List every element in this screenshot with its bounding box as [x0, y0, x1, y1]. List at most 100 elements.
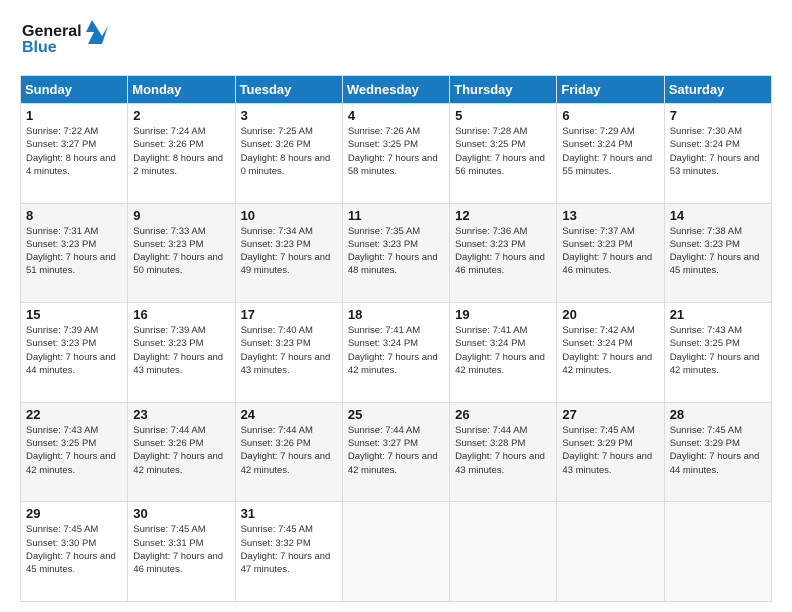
day-cell: 17 Sunrise: 7:40 AM Sunset: 3:23 PM Dayl… — [235, 303, 342, 403]
day-number: 5 — [455, 108, 551, 123]
header: General Blue — [20, 16, 772, 65]
day-number: 16 — [133, 307, 229, 322]
day-info: Sunrise: 7:41 AM Sunset: 3:24 PM Dayligh… — [348, 324, 444, 377]
day-cell: 9 Sunrise: 7:33 AM Sunset: 3:23 PM Dayli… — [128, 203, 235, 303]
day-cell: 10 Sunrise: 7:34 AM Sunset: 3:23 PM Dayl… — [235, 203, 342, 303]
day-cell: 5 Sunrise: 7:28 AM Sunset: 3:25 PM Dayli… — [450, 104, 557, 204]
day-info: Sunrise: 7:44 AM Sunset: 3:28 PM Dayligh… — [455, 424, 551, 477]
weekday-header-sunday: Sunday — [21, 76, 128, 104]
day-number: 4 — [348, 108, 444, 123]
day-info: Sunrise: 7:33 AM Sunset: 3:23 PM Dayligh… — [133, 225, 229, 278]
day-cell: 15 Sunrise: 7:39 AM Sunset: 3:23 PM Dayl… — [21, 303, 128, 403]
day-cell: 3 Sunrise: 7:25 AM Sunset: 3:26 PM Dayli… — [235, 104, 342, 204]
day-number: 1 — [26, 108, 122, 123]
day-number: 30 — [133, 506, 229, 521]
day-info: Sunrise: 7:39 AM Sunset: 3:23 PM Dayligh… — [133, 324, 229, 377]
svg-text:General: General — [22, 23, 82, 40]
day-number: 6 — [562, 108, 658, 123]
weekday-header-wednesday: Wednesday — [342, 76, 449, 104]
day-info: Sunrise: 7:42 AM Sunset: 3:24 PM Dayligh… — [562, 324, 658, 377]
day-cell: 21 Sunrise: 7:43 AM Sunset: 3:25 PM Dayl… — [664, 303, 771, 403]
day-info: Sunrise: 7:45 AM Sunset: 3:31 PM Dayligh… — [133, 523, 229, 576]
day-number: 21 — [670, 307, 766, 322]
day-number: 22 — [26, 407, 122, 422]
day-cell: 22 Sunrise: 7:43 AM Sunset: 3:25 PM Dayl… — [21, 402, 128, 502]
day-number: 19 — [455, 307, 551, 322]
weekday-header-tuesday: Tuesday — [235, 76, 342, 104]
day-info: Sunrise: 7:43 AM Sunset: 3:25 PM Dayligh… — [26, 424, 122, 477]
day-number: 10 — [241, 208, 337, 223]
day-info: Sunrise: 7:24 AM Sunset: 3:26 PM Dayligh… — [133, 125, 229, 178]
day-info: Sunrise: 7:31 AM Sunset: 3:23 PM Dayligh… — [26, 225, 122, 278]
day-number: 8 — [26, 208, 122, 223]
day-cell: 30 Sunrise: 7:45 AM Sunset: 3:31 PM Dayl… — [128, 502, 235, 602]
day-info: Sunrise: 7:45 AM Sunset: 3:29 PM Dayligh… — [670, 424, 766, 477]
day-number: 7 — [670, 108, 766, 123]
day-cell: 13 Sunrise: 7:37 AM Sunset: 3:23 PM Dayl… — [557, 203, 664, 303]
week-row-5: 29 Sunrise: 7:45 AM Sunset: 3:30 PM Dayl… — [21, 502, 772, 602]
weekday-header-row: SundayMondayTuesdayWednesdayThursdayFrid… — [21, 76, 772, 104]
day-number: 11 — [348, 208, 444, 223]
day-info: Sunrise: 7:45 AM Sunset: 3:30 PM Dayligh… — [26, 523, 122, 576]
day-info: Sunrise: 7:36 AM Sunset: 3:23 PM Dayligh… — [455, 225, 551, 278]
day-number: 3 — [241, 108, 337, 123]
day-number: 2 — [133, 108, 229, 123]
day-cell: 26 Sunrise: 7:44 AM Sunset: 3:28 PM Dayl… — [450, 402, 557, 502]
day-info: Sunrise: 7:37 AM Sunset: 3:23 PM Dayligh… — [562, 225, 658, 278]
day-number: 25 — [348, 407, 444, 422]
logo: General Blue — [20, 16, 110, 65]
day-number: 9 — [133, 208, 229, 223]
day-cell: 18 Sunrise: 7:41 AM Sunset: 3:24 PM Dayl… — [342, 303, 449, 403]
day-cell: 28 Sunrise: 7:45 AM Sunset: 3:29 PM Dayl… — [664, 402, 771, 502]
day-cell: 11 Sunrise: 7:35 AM Sunset: 3:23 PM Dayl… — [342, 203, 449, 303]
day-number: 12 — [455, 208, 551, 223]
page: General Blue SundayMondayTuesdayWednesda… — [0, 0, 792, 612]
day-info: Sunrise: 7:25 AM Sunset: 3:26 PM Dayligh… — [241, 125, 337, 178]
day-info: Sunrise: 7:44 AM Sunset: 3:27 PM Dayligh… — [348, 424, 444, 477]
day-info: Sunrise: 7:40 AM Sunset: 3:23 PM Dayligh… — [241, 324, 337, 377]
day-info: Sunrise: 7:29 AM Sunset: 3:24 PM Dayligh… — [562, 125, 658, 178]
day-number: 20 — [562, 307, 658, 322]
day-number: 18 — [348, 307, 444, 322]
day-cell: 25 Sunrise: 7:44 AM Sunset: 3:27 PM Dayl… — [342, 402, 449, 502]
day-cell — [557, 502, 664, 602]
day-cell: 19 Sunrise: 7:41 AM Sunset: 3:24 PM Dayl… — [450, 303, 557, 403]
day-cell: 12 Sunrise: 7:36 AM Sunset: 3:23 PM Dayl… — [450, 203, 557, 303]
day-info: Sunrise: 7:28 AM Sunset: 3:25 PM Dayligh… — [455, 125, 551, 178]
day-info: Sunrise: 7:43 AM Sunset: 3:25 PM Dayligh… — [670, 324, 766, 377]
day-number: 15 — [26, 307, 122, 322]
week-row-3: 15 Sunrise: 7:39 AM Sunset: 3:23 PM Dayl… — [21, 303, 772, 403]
week-row-4: 22 Sunrise: 7:43 AM Sunset: 3:25 PM Dayl… — [21, 402, 772, 502]
day-cell: 1 Sunrise: 7:22 AM Sunset: 3:27 PM Dayli… — [21, 104, 128, 204]
day-cell: 24 Sunrise: 7:44 AM Sunset: 3:26 PM Dayl… — [235, 402, 342, 502]
day-cell — [664, 502, 771, 602]
weekday-header-monday: Monday — [128, 76, 235, 104]
day-cell — [342, 502, 449, 602]
day-number: 31 — [241, 506, 337, 521]
logo-icon: General Blue — [20, 16, 110, 60]
day-cell: 20 Sunrise: 7:42 AM Sunset: 3:24 PM Dayl… — [557, 303, 664, 403]
day-info: Sunrise: 7:39 AM Sunset: 3:23 PM Dayligh… — [26, 324, 122, 377]
day-number: 13 — [562, 208, 658, 223]
day-number: 28 — [670, 407, 766, 422]
day-number: 26 — [455, 407, 551, 422]
weekday-header-friday: Friday — [557, 76, 664, 104]
day-cell: 6 Sunrise: 7:29 AM Sunset: 3:24 PM Dayli… — [557, 104, 664, 204]
day-number: 29 — [26, 506, 122, 521]
week-row-2: 8 Sunrise: 7:31 AM Sunset: 3:23 PM Dayli… — [21, 203, 772, 303]
day-number: 17 — [241, 307, 337, 322]
day-info: Sunrise: 7:41 AM Sunset: 3:24 PM Dayligh… — [455, 324, 551, 377]
weekday-header-saturday: Saturday — [664, 76, 771, 104]
day-info: Sunrise: 7:26 AM Sunset: 3:25 PM Dayligh… — [348, 125, 444, 178]
day-cell: 14 Sunrise: 7:38 AM Sunset: 3:23 PM Dayl… — [664, 203, 771, 303]
weekday-header-thursday: Thursday — [450, 76, 557, 104]
day-info: Sunrise: 7:30 AM Sunset: 3:24 PM Dayligh… — [670, 125, 766, 178]
day-number: 24 — [241, 407, 337, 422]
day-cell: 31 Sunrise: 7:45 AM Sunset: 3:32 PM Dayl… — [235, 502, 342, 602]
calendar-table: SundayMondayTuesdayWednesdayThursdayFrid… — [20, 75, 772, 602]
day-number: 14 — [670, 208, 766, 223]
day-cell: 7 Sunrise: 7:30 AM Sunset: 3:24 PM Dayli… — [664, 104, 771, 204]
day-info: Sunrise: 7:45 AM Sunset: 3:32 PM Dayligh… — [241, 523, 337, 576]
day-cell: 16 Sunrise: 7:39 AM Sunset: 3:23 PM Dayl… — [128, 303, 235, 403]
day-info: Sunrise: 7:44 AM Sunset: 3:26 PM Dayligh… — [241, 424, 337, 477]
